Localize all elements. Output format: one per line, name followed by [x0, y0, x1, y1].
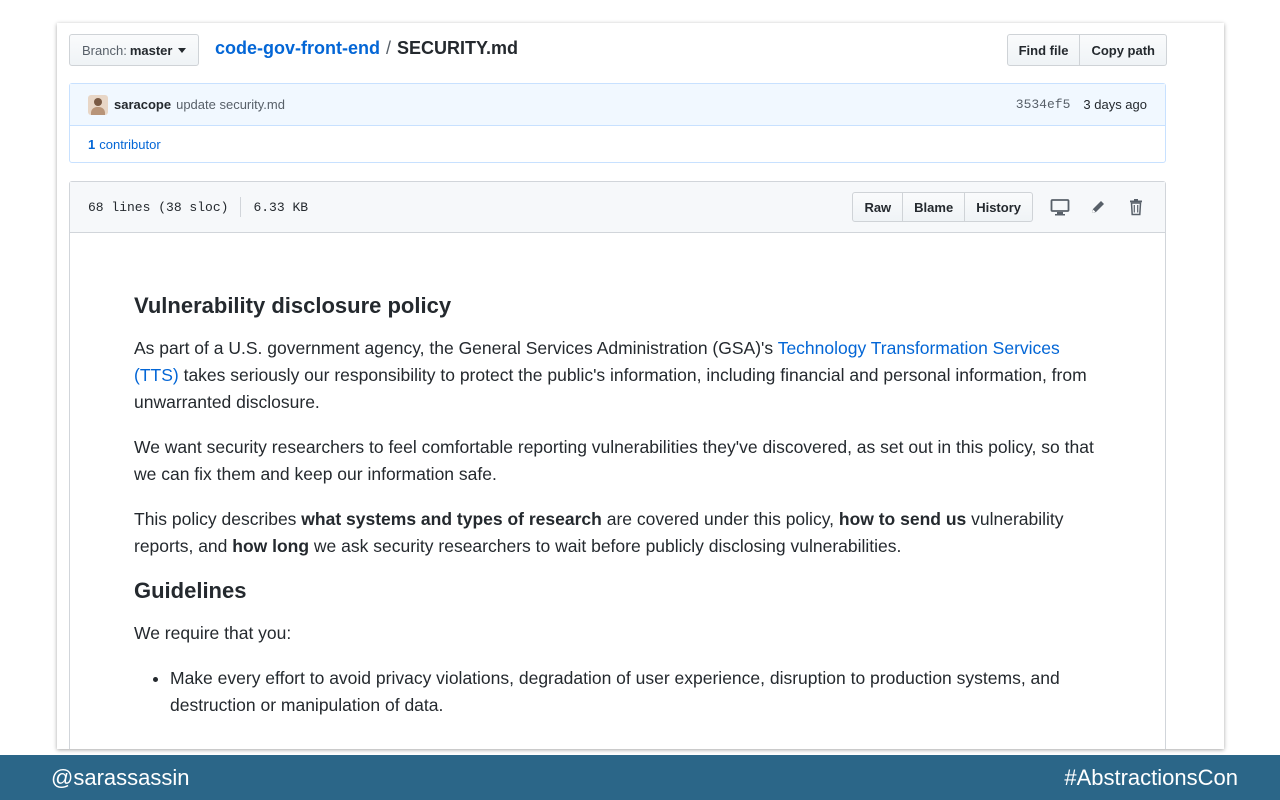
trash-icon[interactable]	[1125, 196, 1147, 218]
paragraph-policy-scope: This policy describes what systems and t…	[134, 509, 1064, 556]
footer-handle: @sarassassin	[51, 764, 190, 790]
divider	[240, 197, 242, 217]
branch-selector-button[interactable]: Branch: master	[69, 34, 200, 66]
commit-message[interactable]: update security.md	[176, 97, 285, 112]
branch-name: master	[129, 42, 173, 58]
file-info: 68 lines (38 sloc) 6.33 KB	[88, 197, 308, 217]
history-button[interactable]: History	[965, 192, 1033, 222]
path-actions: Find file Copy path	[1006, 34, 1167, 66]
avatar[interactable]	[88, 94, 108, 115]
file-navigation: Branch: master code-gov-front-end / SECU…	[69, 34, 1167, 66]
paragraph-intro: As part of a U.S. government agency, the…	[134, 338, 1087, 412]
desktop-icon[interactable]	[1049, 196, 1071, 218]
caret-down-icon	[178, 47, 187, 53]
contributor-count: 1	[88, 137, 96, 152]
breadcrumb: code-gov-front-end / SECURITY.md	[215, 38, 518, 59]
file-actions: Raw Blame History	[852, 192, 1147, 222]
file-name: SECURITY.md	[397, 38, 519, 58]
footer-hashtag: #AbstractionsCon	[1064, 764, 1238, 790]
pencil-icon[interactable]	[1087, 196, 1109, 218]
guidelines-list: Make every effort to avoid privacy viola…	[170, 665, 1101, 719]
commit-author[interactable]: saracope	[114, 97, 171, 112]
contributors-link[interactable]: 1 contributor	[70, 126, 1165, 163]
paragraph-researchers: We want security researchers to feel com…	[134, 437, 1094, 484]
file-header: 68 lines (38 sloc) 6.33 KB Raw Blame His…	[70, 182, 1165, 233]
file-view-buttons: Raw Blame History	[852, 192, 1033, 222]
latest-commit: saracope update security.md 3534ef5 3 da…	[70, 84, 1165, 126]
paragraph-require: We require that you:	[134, 623, 292, 643]
readme-content: Vulnerability disclosure policy As part …	[70, 233, 1165, 719]
file-container: 68 lines (38 sloc) 6.33 KB Raw Blame His…	[69, 181, 1166, 749]
copy-path-button[interactable]: Copy path	[1080, 34, 1167, 66]
contributor-label: contributor	[99, 137, 161, 152]
commit-age: 3 days ago	[1083, 97, 1147, 112]
github-file-view: Branch: master code-gov-front-end / SECU…	[57, 23, 1224, 749]
list-item: Make every effort to avoid privacy viola…	[170, 665, 1101, 719]
branch-prefix: Branch:	[82, 42, 127, 58]
repo-link[interactable]: code-gov-front-end	[215, 38, 380, 59]
heading-guidelines: Guidelines	[134, 578, 247, 603]
find-file-button[interactable]: Find file	[1006, 34, 1081, 66]
raw-button[interactable]: Raw	[852, 192, 904, 222]
heading-vulnerability-policy: Vulnerability disclosure policy	[134, 293, 452, 318]
breadcrumb-separator: /	[385, 38, 391, 58]
slide-footer: @sarassassin #AbstractionsCon	[0, 755, 1280, 800]
commit-tease: saracope update security.md 3534ef5 3 da…	[69, 83, 1166, 163]
blame-button[interactable]: Blame	[903, 192, 966, 222]
commit-sha[interactable]: 3534ef5	[1016, 97, 1071, 112]
file-size: 6.33 KB	[253, 199, 309, 215]
line-count: 68 lines (38 sloc)	[88, 199, 229, 215]
